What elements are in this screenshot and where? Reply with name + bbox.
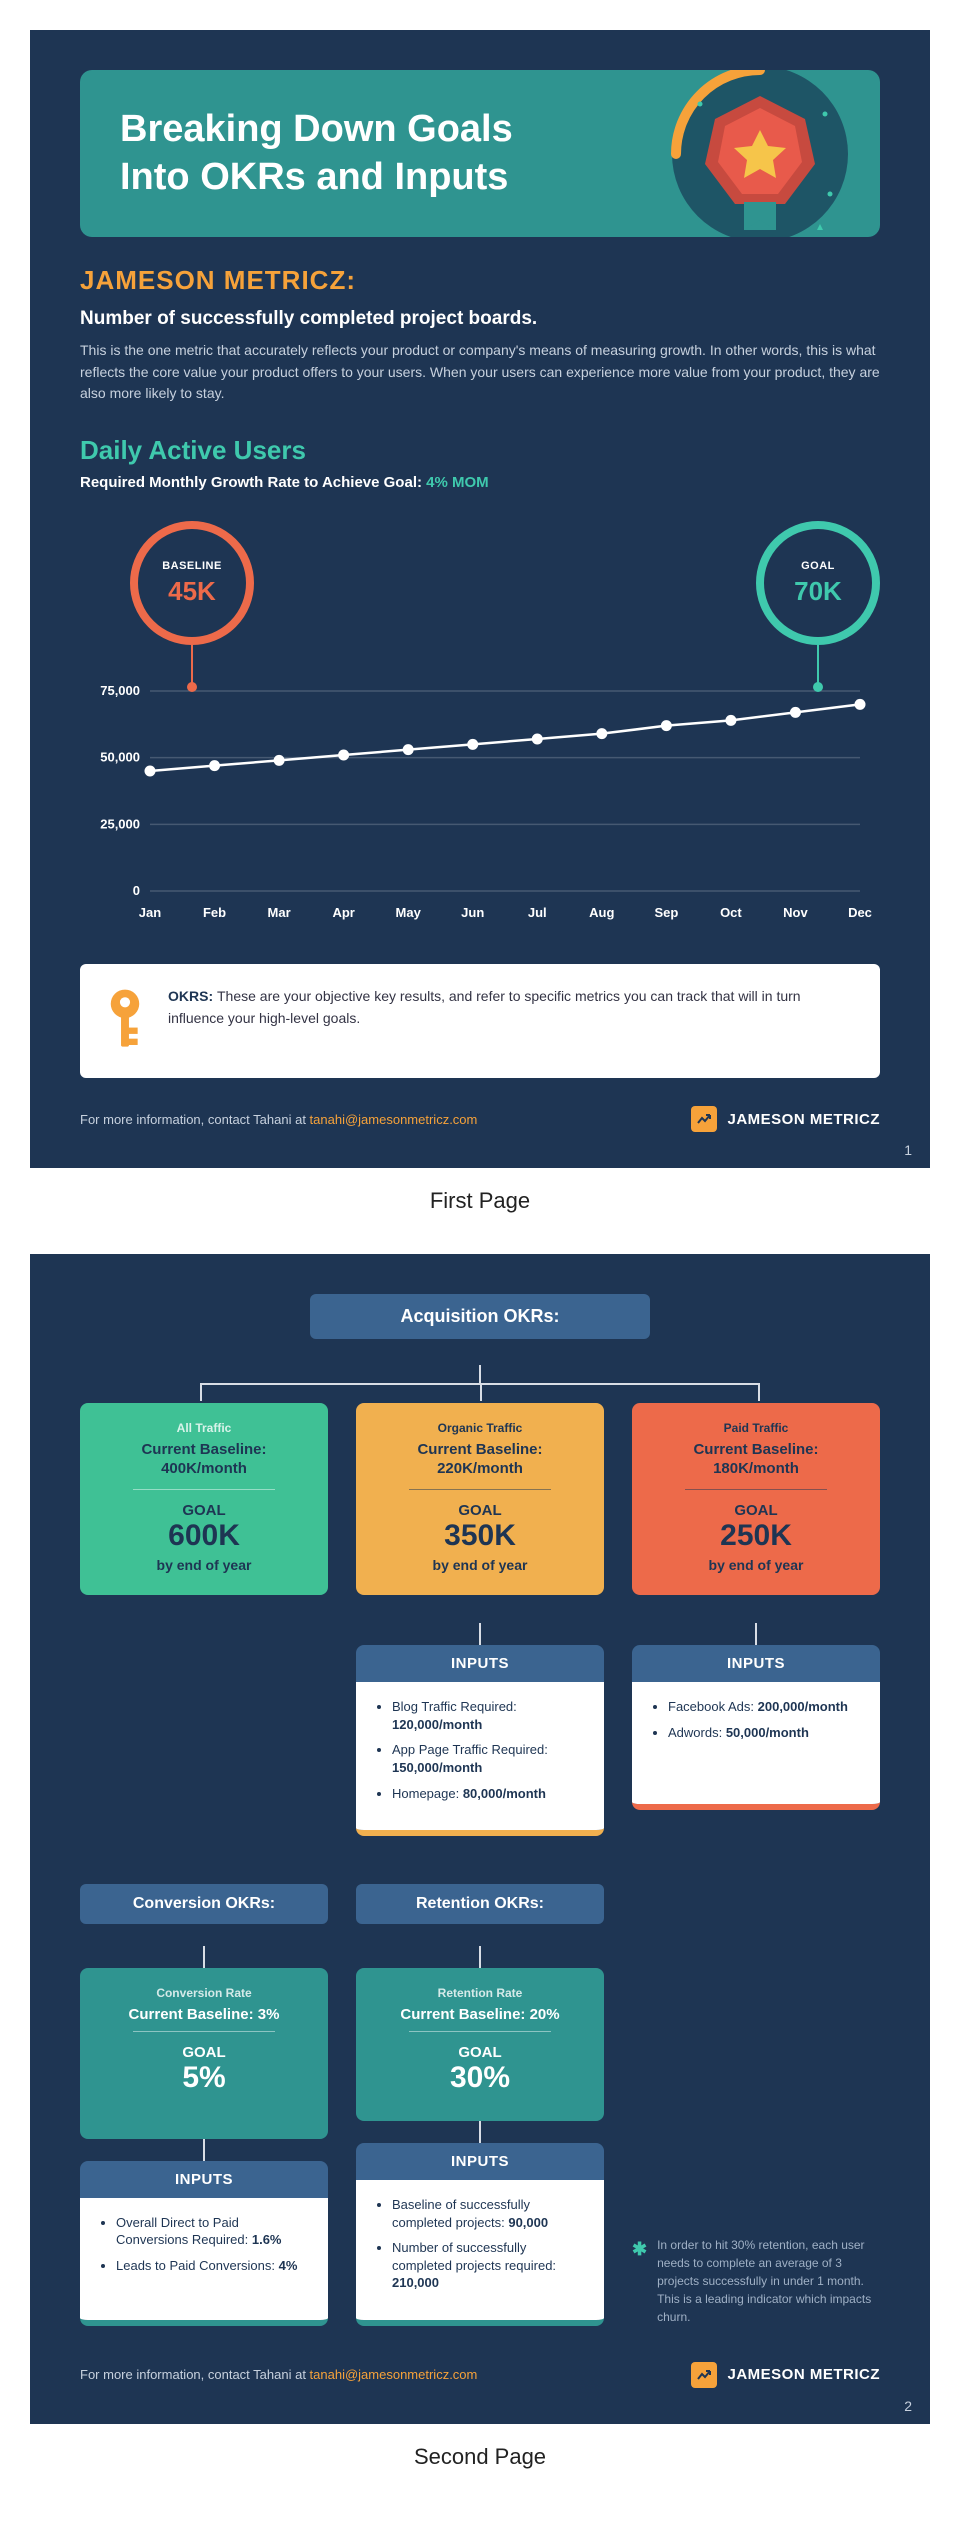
svg-text:Feb: Feb xyxy=(203,905,226,920)
footer-contact: For more information, contact Tahani at … xyxy=(80,1112,477,1127)
retention-note: ✱ In order to hit 30% retention, each us… xyxy=(632,2176,880,2326)
connector-line xyxy=(479,1365,481,1383)
inputs-paid: INPUTS Facebook Ads: 200,000/monthAdword… xyxy=(632,1645,880,1810)
input-item: App Page Traffic Required: 150,000/month xyxy=(392,1741,586,1776)
card-organic-traffic: Organic Traffic Current Baseline: 220K/m… xyxy=(356,1403,604,1595)
card-paid-traffic: Paid Traffic Current Baseline: 180K/mont… xyxy=(632,1403,880,1595)
card-all-traffic: All Traffic Current Baseline: 400K/month… xyxy=(80,1403,328,1595)
acquisition-cards: All Traffic Current Baseline: 400K/month… xyxy=(80,1403,880,1595)
okrs-info-box: OKRS: These are your objective key resul… xyxy=(80,964,880,1078)
svg-text:Jul: Jul xyxy=(528,905,547,920)
svg-text:Sep: Sep xyxy=(654,905,678,920)
inputs-organic: INPUTS Blog Traffic Required: 120,000/mo… xyxy=(356,1645,604,1836)
svg-text:25,000: 25,000 xyxy=(100,816,140,831)
svg-text:Aug: Aug xyxy=(589,905,614,920)
svg-text:Nov: Nov xyxy=(783,905,808,920)
dau-chart: BASELINE 45K GOAL 70K 0 25,000 50,000 75,00… xyxy=(80,521,880,936)
acquisition-header: Acquisition OKRs: xyxy=(310,1294,650,1339)
page-1-label: First Page xyxy=(30,1188,930,1214)
section-subheading: Number of successfully completed project… xyxy=(80,308,880,330)
key-icon xyxy=(106,988,144,1056)
inputs-conversion: INPUTS Overall Direct to Paid Conversion… xyxy=(80,2161,328,2326)
retention-header: Retention OKRs: xyxy=(356,1884,604,1924)
conversion-header: Conversion OKRs: xyxy=(80,1884,328,1924)
input-item: Baseline of successfully completed proje… xyxy=(392,2196,586,2231)
dau-title: Daily Active Users xyxy=(80,435,880,466)
input-item: Leads to Paid Conversions: 4% xyxy=(116,2257,310,2275)
baseline-stem xyxy=(191,645,193,687)
inputs-retention: INPUTS Baseline of successfully complete… xyxy=(356,2143,604,2326)
footer-contact: For more information, contact Tahani at … xyxy=(80,2367,477,2382)
page-2: Acquisition OKRs: All Traffic Current Ba… xyxy=(30,1254,930,2423)
okrs-text: OKRS: These are your objective key resul… xyxy=(168,986,854,1029)
goal-ring: GOAL 70K xyxy=(756,521,880,645)
brand-logo-icon xyxy=(691,2362,717,2388)
section-body: This is the one metric that accurately r… xyxy=(80,340,880,405)
svg-text:Jan: Jan xyxy=(139,905,161,920)
brand-logo: JAMESON METRICZ xyxy=(691,1106,880,1132)
page-number: 1 xyxy=(904,1142,912,1158)
input-item: Facebook Ads: 200,000/month xyxy=(668,1698,862,1716)
page-number: 2 xyxy=(904,2398,912,2414)
page-footer: For more information, contact Tahani at … xyxy=(80,1106,880,1132)
input-item: Homepage: 80,000/month xyxy=(392,1785,586,1803)
brand-logo-icon xyxy=(691,1106,717,1132)
svg-text:Dec: Dec xyxy=(848,905,872,920)
svg-text:0: 0 xyxy=(133,883,140,898)
svg-text:Jun: Jun xyxy=(461,905,484,920)
connector-bar xyxy=(200,1383,760,1385)
svg-text:Apr: Apr xyxy=(332,905,354,920)
input-item: Number of successfully completed project… xyxy=(392,2239,586,2292)
section-title-jameson: JAMESON METRICZ: xyxy=(80,265,880,296)
page-footer: For more information, contact Tahani at … xyxy=(80,2362,880,2388)
svg-text:May: May xyxy=(396,905,422,920)
hero-banner: Breaking Down Goals Into OKRs and Inputs xyxy=(80,70,880,237)
growth-rate-line: Required Monthly Growth Rate to Achieve … xyxy=(80,474,880,491)
award-badge-icon xyxy=(670,70,850,237)
svg-text:Mar: Mar xyxy=(268,905,291,920)
card-retention: Retention Rate Current Baseline: 20% GOA… xyxy=(356,1968,604,2121)
card-conversion: Conversion Rate Current Baseline: 3% GOA… xyxy=(80,1968,328,2139)
hero-title: Breaking Down Goals Into OKRs and Inputs xyxy=(120,106,640,201)
page-2-label: Second Page xyxy=(30,2444,930,2470)
svg-text:Oct: Oct xyxy=(720,905,742,920)
brand-logo: JAMESON METRICZ xyxy=(691,2362,880,2388)
svg-text:75,000: 75,000 xyxy=(100,683,140,698)
input-item: Blog Traffic Required: 120,000/month xyxy=(392,1698,586,1733)
baseline-ring: BASELINE 45K xyxy=(130,521,254,645)
bottom-section: Conversion OKRs: Conversion Rate Current… xyxy=(80,1884,880,2326)
svg-text:50,000: 50,000 xyxy=(100,750,140,765)
page-1: Breaking Down Goals Into OKRs and Inputs… xyxy=(30,30,930,1168)
input-item: Adwords: 50,000/month xyxy=(668,1724,862,1742)
line-chart-svg: 0 25,000 50,000 75,000 Jan Feb Mar Apr May Jun Jul… xyxy=(80,671,880,931)
goal-stem xyxy=(817,645,819,687)
input-item: Overall Direct to Paid Conversions Requi… xyxy=(116,2214,310,2249)
asterisk-icon: ✱ xyxy=(632,2236,647,2326)
acquisition-inputs-row: INPUTS Blog Traffic Required: 120,000/mo… xyxy=(80,1623,880,1836)
